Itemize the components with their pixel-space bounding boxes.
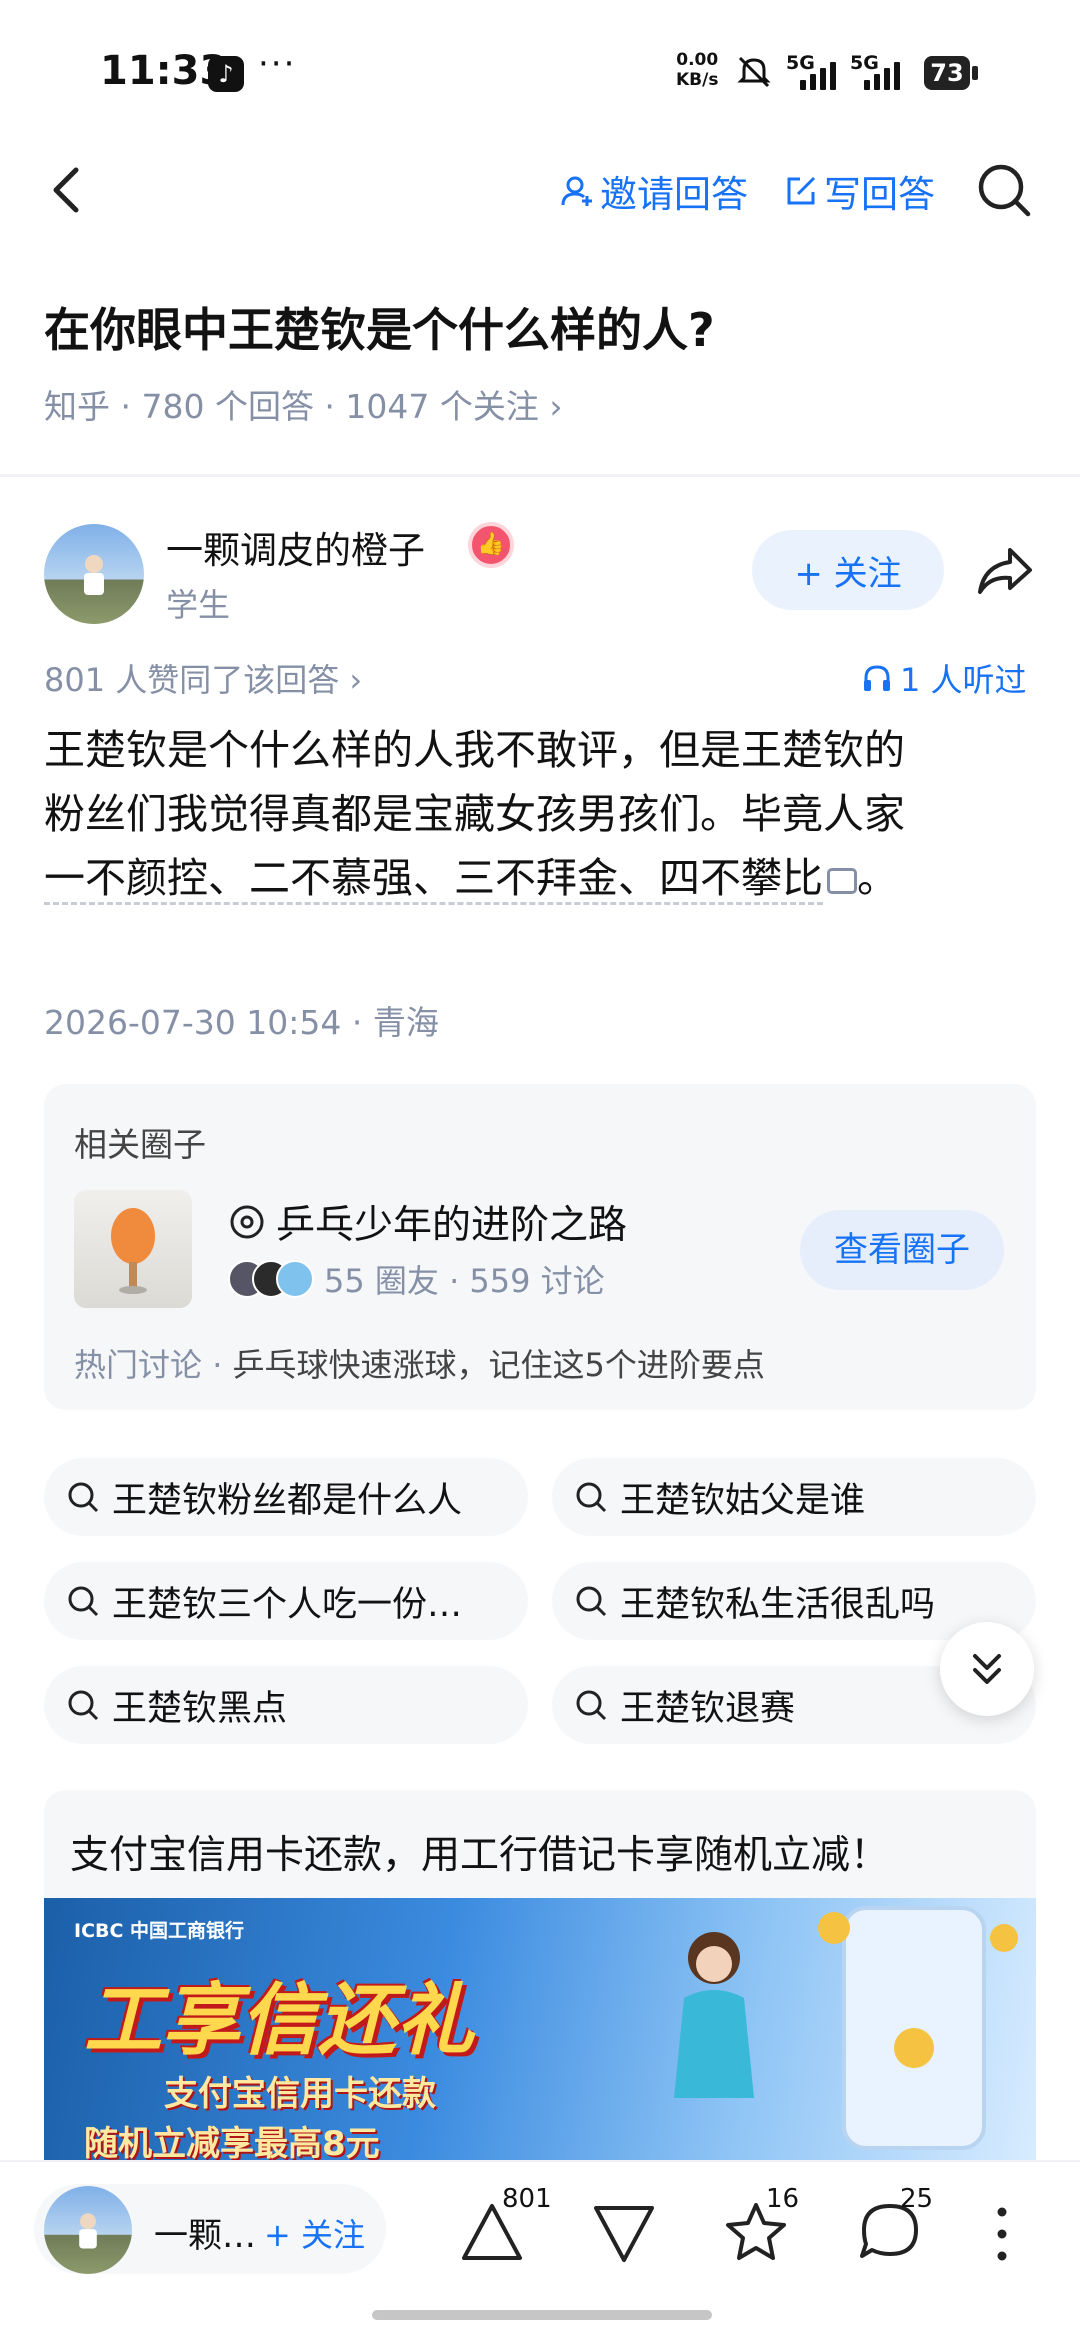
search-suggestion-chip[interactable]: 王楚钦黑点 <box>44 1666 528 1744</box>
chip-label: 王楚钦黑点 <box>112 1688 288 1729</box>
question-meta[interactable]: 知乎 · 780 个回答 · 1047 个关注 › <box>44 380 563 428</box>
downvote-icon[interactable] <box>592 2202 656 2266</box>
hot-discussion-sep: · <box>202 1346 233 1384</box>
circle-name-label: 乒乓少年的进阶之路 <box>276 1203 628 1248</box>
invite-answer-button[interactable]: 邀请回答 <box>560 164 748 218</box>
chip-label: 王楚钦三个人吃一份… <box>112 1584 463 1625</box>
battery-level: 73 <box>924 56 970 90</box>
avatar-person-icon <box>79 2213 97 2249</box>
answer-line: 王楚钦是个什么样的人我不敢评，但是王楚钦的 <box>44 726 905 774</box>
status-bar: 11:33 ♪ ··· 0.00 KB/s 5G 5G 73 <box>0 0 1080 150</box>
ad-title[interactable]: 支付宝信用卡还款，用工行借记卡享随机立减！ <box>70 1824 889 1880</box>
ad-subline-2: 随机立减享最高8元 <box>84 2124 380 2162</box>
comment-bubble-icon[interactable] <box>827 868 857 894</box>
circle-icon <box>230 1205 264 1239</box>
hot-discussion[interactable]: 热门讨论 · 乒乓球快速涨球，记住这5个进阶要点 <box>74 1340 765 1386</box>
favorite-count: 16 <box>766 2184 800 2214</box>
tiktok-icon: ♪ <box>208 56 244 92</box>
chip-label: 王楚钦退赛 <box>620 1688 796 1729</box>
view-circle-button[interactable]: 查看圈子 <box>800 1210 1004 1290</box>
signal-bars-2-icon <box>864 58 900 90</box>
search-icon <box>68 1586 99 1617</box>
write-answer-button[interactable]: 写回答 <box>784 164 935 218</box>
comment-count: 25 <box>900 2184 934 2214</box>
more-notifications-icon: ··· <box>258 44 297 84</box>
chip-label: 王楚钦姑父是谁 <box>620 1480 866 1521</box>
ad-subline: 支付宝信用卡还款 <box>164 2074 436 2114</box>
search-icon <box>576 1482 607 1513</box>
search-icon <box>68 1690 99 1721</box>
signal-bars-1-icon <box>800 58 836 90</box>
search-icon <box>576 1690 607 1721</box>
battery-icon <box>972 66 978 80</box>
author-avatar[interactable] <box>44 524 144 624</box>
icbc-logo: ICBC 中国工商银行 <box>74 1920 245 1942</box>
member-avatar <box>276 1260 314 1298</box>
home-indicator[interactable] <box>372 2310 712 2320</box>
related-circle-label: 相关圈子 <box>74 1125 206 1164</box>
search-suggestion-chip[interactable]: 王楚钦三个人吃一份… <box>44 1562 528 1640</box>
back-arrow-icon[interactable] <box>40 160 100 220</box>
share-icon[interactable] <box>974 540 1036 602</box>
listened-label: 1 人听过 <box>900 661 1027 699</box>
write-answer-label: 写回答 <box>824 173 935 216</box>
bottom-follow-button[interactable]: + 关注 <box>264 2210 365 2256</box>
answer-end: 。 <box>857 854 898 902</box>
more-vertical-icon[interactable] <box>990 2202 1014 2266</box>
net-speed-value: 0.00 <box>676 50 719 70</box>
question-title[interactable]: 在你眼中王楚钦是个什么样的人? <box>44 294 715 360</box>
ping-pong-paddle-icon <box>111 1208 155 1294</box>
edit-icon <box>787 176 816 205</box>
listened-count[interactable]: 1 人听过 <box>862 655 1027 701</box>
circle-thumbnail[interactable] <box>74 1190 192 1308</box>
answer-highlight[interactable]: 一不颜控、二不慕强、三不拜金、四不攀比 <box>44 854 823 905</box>
ad-banner-image[interactable]: ICBC 中国工商银行 工享信还礼 支付宝信用卡还款 随机立减享最高8元 <box>44 1898 1036 2162</box>
answer-date-location: 2026-07-30 10:54 · 青海 <box>44 1003 439 1042</box>
search-icon <box>68 1482 99 1513</box>
author-name[interactable]: 一颗调皮的橙子 <box>166 520 425 574</box>
agree-count[interactable]: 801 人赞同了该回答 › <box>44 655 362 701</box>
answer-line-last: 一不颜控、二不慕强、三不拜金、四不攀比。 <box>44 846 1034 910</box>
mute-icon <box>737 56 771 88</box>
search-suggestion-chip[interactable]: 王楚钦粉丝都是什么人 <box>44 1458 528 1536</box>
chip-label: 王楚钦粉丝都是什么人 <box>112 1480 463 1521</box>
author-subtitle: 学生 <box>166 586 231 624</box>
double-chevron-down-icon <box>973 1654 1001 1684</box>
headphones-icon <box>864 665 890 691</box>
person-add-icon <box>561 176 592 206</box>
avatar-person-icon <box>84 555 104 595</box>
circle-name[interactable]: 乒乓少年的进阶之路 <box>228 1194 627 1250</box>
hot-discussion-text: 乒乓球快速涨球，记住这5个进阶要点 <box>232 1346 765 1384</box>
circle-stats-label: 55 圈友 · 559 讨论 <box>324 1262 605 1300</box>
follow-button[interactable]: + 关注 <box>752 530 944 610</box>
ad-illustration <box>674 1906 1018 2150</box>
ad-headline: 工享信还礼 <box>84 1976 475 2066</box>
section-divider <box>0 474 1080 477</box>
bottom-author-avatar[interactable] <box>44 2186 132 2274</box>
search-suggestion-chip[interactable]: 王楚钦姑父是谁 <box>552 1458 1036 1536</box>
chip-label: 王楚钦私生活很乱吗 <box>620 1584 936 1625</box>
invite-answer-label: 邀请回答 <box>600 173 748 216</box>
net-speed: 0.00 KB/s <box>676 50 718 90</box>
search-icon <box>576 1586 607 1617</box>
answer-line: 粉丝们我觉得真都是宝藏女孩男孩们。毕竟人家 <box>44 790 905 838</box>
ad-card[interactable]: 支付宝信用卡还款，用工行借记卡享随机立减！ ICBC 中国工商银行 工享信还礼 … <box>44 1790 1036 2162</box>
related-circle-card: 相关圈子 乒乓少年的进阶之路 55 圈友 · 559 讨论 查看圈子 热门讨论 … <box>44 1084 1036 1410</box>
expand-more-button[interactable] <box>940 1622 1034 1716</box>
answer-body[interactable]: 王楚钦是个什么样的人我不敢评，但是王楚钦的 粉丝们我觉得真都是宝藏女孩男孩们。毕… <box>44 718 1034 910</box>
bottom-author-name[interactable]: 一颗… <box>154 2208 256 2257</box>
hot-discussion-label: 热门讨论 <box>74 1346 203 1384</box>
net-speed-unit: KB/s <box>676 70 719 90</box>
author-badge-icon: 👍 <box>468 522 514 568</box>
circle-stats: 55 圈友 · 559 讨论 <box>228 1256 605 1302</box>
bottom-action-bar: 一颗… + 关注 801 16 25 <box>0 2160 1080 2349</box>
search-icon[interactable] <box>974 160 1034 220</box>
upvote-count: 801 <box>502 2184 552 2214</box>
